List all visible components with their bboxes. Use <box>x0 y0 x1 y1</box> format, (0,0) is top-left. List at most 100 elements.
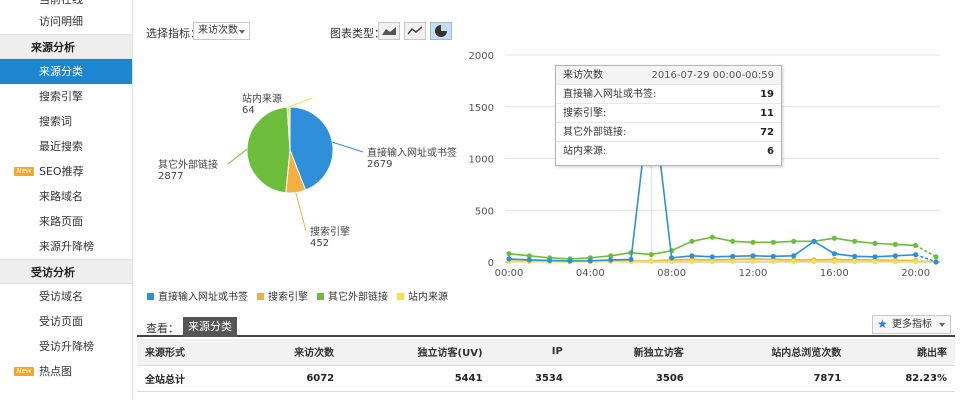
chart-type-line-button[interactable] <box>404 22 426 40</box>
data-point[interactable] <box>709 254 715 260</box>
data-point[interactable] <box>791 253 797 259</box>
data-point[interactable] <box>770 253 776 259</box>
sidebar-item[interactable]: 受访域名 <box>0 284 132 309</box>
sidebar-item[interactable]: 访问明细 <box>0 9 132 34</box>
data-point[interactable] <box>689 258 695 265</box>
sidebar-item[interactable]: 来源升降榜 <box>0 234 132 259</box>
sidebar-item[interactable]: 当前在线 <box>0 0 132 9</box>
sidebar-item[interactable]: 来路页面 <box>0 209 132 234</box>
data-point[interactable] <box>933 259 939 265</box>
pie-leader-line <box>332 141 364 153</box>
legend-item[interactable]: 直接输入网址或书签 <box>147 288 248 303</box>
table-header-cell[interactable]: 来源形式 <box>137 339 240 366</box>
chevron-down-icon <box>239 30 245 34</box>
pie-label-value: 64 <box>242 105 255 116</box>
table-header-cell[interactable]: 站内总浏览次数 <box>691 339 850 366</box>
data-point[interactable] <box>913 242 919 249</box>
data-point[interactable] <box>648 251 654 258</box>
data-point[interactable] <box>506 251 512 257</box>
table-header-cell[interactable]: 来访次数 <box>239 339 343 366</box>
data-point[interactable] <box>770 258 776 265</box>
data-point[interactable] <box>913 252 919 258</box>
line-chart-icon <box>407 26 423 35</box>
sidebar-item[interactable]: 最近搜索 <box>0 134 132 159</box>
sidebar-item[interactable]: 受访升降榜 <box>0 334 132 359</box>
data-point[interactable] <box>791 258 797 265</box>
sidebar-item[interactable]: New SEO推荐 <box>0 159 132 184</box>
data-point[interactable] <box>587 258 593 264</box>
data-point[interactable] <box>852 258 858 265</box>
data-point[interactable] <box>831 235 837 241</box>
data-point[interactable] <box>567 258 573 264</box>
data-point[interactable] <box>852 238 858 244</box>
table-row: 全站总计 6072 5441 3534 3506 7871 82.23% <box>137 365 955 392</box>
data-point[interactable] <box>730 238 736 244</box>
table-cell: 全站总计 <box>137 365 240 392</box>
legend-swatch <box>317 293 324 300</box>
y-tick-label: 0 <box>488 258 494 269</box>
legend-item[interactable]: 站内来源 <box>397 288 448 303</box>
chart-type-area-button[interactable] <box>378 22 400 40</box>
data-point[interactable] <box>689 238 695 244</box>
data-point[interactable] <box>791 238 797 244</box>
data-point[interactable] <box>872 258 878 265</box>
data-point[interactable] <box>669 255 675 261</box>
data-point[interactable] <box>892 258 898 265</box>
data-point[interactable] <box>831 258 837 265</box>
sidebar-item[interactable]: 来路域名 <box>0 184 132 209</box>
data-point[interactable] <box>913 258 919 265</box>
tab-source-category[interactable]: 来源分类 <box>183 317 237 337</box>
sidebar-group-header: 来源分析 <box>0 34 132 59</box>
sidebar-item[interactable]: 来源分类 <box>0 59 132 84</box>
sidebar-item[interactable]: 受访页面 <box>0 309 132 334</box>
data-point[interactable] <box>933 254 939 260</box>
data-point[interactable] <box>750 258 756 264</box>
chart-type-pie-button[interactable] <box>430 22 452 40</box>
table-header-cell[interactable]: 新独立访客 <box>570 339 692 366</box>
data-point[interactable] <box>852 253 858 259</box>
pie-leader-line <box>227 148 248 165</box>
data-point[interactable] <box>750 239 756 245</box>
data-point[interactable] <box>506 256 512 262</box>
sidebar-item[interactable]: New 热点图 <box>0 359 132 384</box>
data-point[interactable] <box>547 257 553 264</box>
data-point[interactable] <box>770 239 776 245</box>
sidebar-item-label: 受访升降榜 <box>39 340 94 353</box>
more-metrics-button[interactable]: ★ 更多指标 <box>872 315 951 334</box>
metric-select[interactable]: 来访次数 <box>193 22 250 40</box>
tooltip-row-value: 19 <box>760 89 774 100</box>
new-badge: New <box>14 167 34 176</box>
new-badge: New <box>14 367 34 376</box>
data-point[interactable] <box>892 241 898 248</box>
pie-label-name: 站内来源 <box>242 92 282 105</box>
table-header-cell[interactable]: IP <box>490 339 571 366</box>
data-point[interactable] <box>750 253 756 259</box>
data-point[interactable] <box>730 253 736 259</box>
data-point[interactable] <box>608 257 614 263</box>
table-header-cell[interactable]: 跳出率 <box>849 339 955 366</box>
pie-label-value: 2679 <box>367 159 392 170</box>
data-point[interactable] <box>526 257 532 263</box>
sidebar-item-label: 热点图 <box>39 365 72 378</box>
pie-chart-icon <box>435 25 447 37</box>
legend-item[interactable]: 搜索引擎 <box>257 288 308 303</box>
pie-slice[interactable] <box>246 106 291 194</box>
data-point[interactable] <box>709 234 715 240</box>
data-point[interactable] <box>892 253 898 259</box>
data-point[interactable] <box>709 258 715 265</box>
sidebar-item[interactable]: 搜索引擎 <box>0 84 132 109</box>
data-point[interactable] <box>730 258 736 265</box>
data-point[interactable] <box>831 251 837 257</box>
data-point[interactable] <box>872 240 878 246</box>
data-point[interactable] <box>689 253 695 259</box>
table-header-cell[interactable]: 独立访客(UV) <box>342 339 491 366</box>
legend-item[interactable]: 其它外部链接 <box>317 288 388 303</box>
tooltip-row-name: 其它外部链接: <box>563 127 627 138</box>
data-point[interactable] <box>872 254 878 260</box>
data-point[interactable] <box>811 238 817 244</box>
sidebar-item[interactable]: 搜索词 <box>0 109 132 134</box>
data-point[interactable] <box>628 256 634 263</box>
data-point[interactable] <box>648 258 654 264</box>
data-point[interactable] <box>811 258 817 265</box>
x-tick-label: 12:00 <box>739 268 768 279</box>
